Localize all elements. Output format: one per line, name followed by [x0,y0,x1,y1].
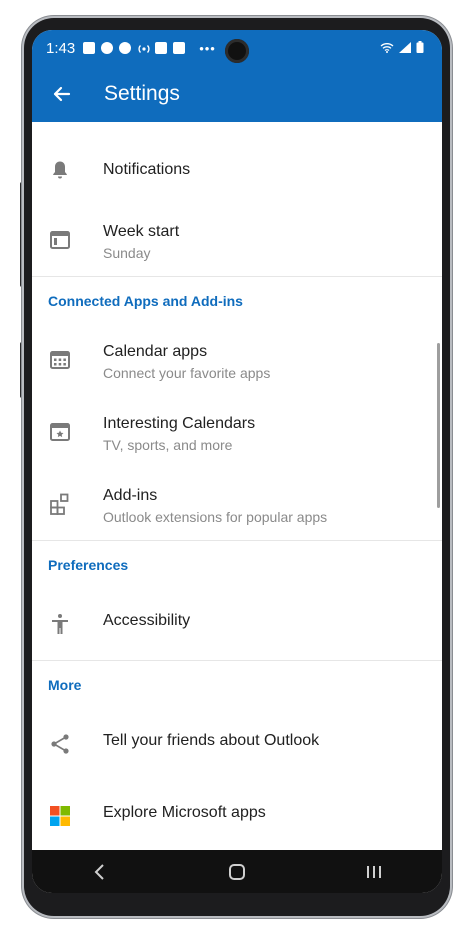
calendar-week-icon [50,231,70,249]
settings-item-accessibility[interactable]: Accessibility [32,588,442,660]
status-time: 1:43 [46,39,76,57]
item-subtitle: Outlook extensions for popular apps [103,509,328,525]
front-camera [225,39,249,63]
item-title: Interesting Calendars [103,415,256,432]
item-title: Accessibility [103,612,191,629]
facebook-icon [101,42,114,54]
phone-screen: 1:43 ••• Settings Notifications Week sta… [32,30,442,893]
status-bar: 1:43 ••• [32,30,442,66]
section-divider [32,660,442,661]
outlook-icon [173,42,186,54]
scrollbar[interactable] [437,343,440,508]
chevron-left-icon [94,863,105,880]
broadcast-icon [137,42,150,54]
page-title: Settings [104,82,180,105]
item-title: Week start [103,223,180,240]
section-divider [32,540,442,541]
nav-back-button[interactable] [70,850,130,893]
item-subtitle: TV, sports, and more [103,437,233,453]
share-icon [51,734,69,754]
chat-icon [155,42,168,54]
settings-item-calendar-apps[interactable]: Calendar apps Connect your favorite apps [32,324,442,396]
status-right-icons [380,41,424,53]
add-ins-icon [50,493,69,515]
settings-item-week-start[interactable]: Week start Sunday [32,204,442,276]
accessibility-icon [52,614,68,634]
system-nav-bar [32,850,442,893]
item-subtitle: Connect your favorite apps [103,365,271,381]
notification-icons: ••• [83,41,216,56]
section-header-connected-apps: Connected Apps and Add-ins [48,293,243,309]
nav-recents-button[interactable] [344,850,404,893]
section-header-more: More [48,677,82,693]
section-divider [32,276,442,277]
item-title: Add-ins [103,487,158,504]
arrow-left-icon [53,86,71,102]
microsoft-logo-icon [50,806,70,826]
settings-item-explore-apps[interactable]: Explore Microsoft apps [32,780,442,852]
settings-item-add-ins[interactable]: Add-ins Outlook extensions for popular a… [32,468,442,540]
nav-home-button[interactable] [207,850,267,893]
item-title: Tell your friends about Outlook [103,732,320,749]
bell-icon [53,161,67,179]
item-title: Notifications [103,161,191,178]
back-button[interactable] [34,66,90,122]
facebook-icon [119,42,132,54]
signal-icon [399,41,411,53]
calendar-star-icon [50,423,70,441]
message-icon [83,42,96,54]
calendar-grid-icon [50,351,70,369]
section-header-preferences: Preferences [48,557,129,573]
item-title: Explore Microsoft apps [103,804,266,821]
wifi-icon [380,42,394,53]
app-bar: Settings [32,66,442,122]
settings-item-interesting-calendars[interactable]: Interesting Calendars TV, sports, and mo… [32,396,442,468]
recents-icon [366,865,381,878]
more-notifications-icon: ••• [199,40,216,56]
item-title: Calendar apps [103,343,208,360]
item-subtitle: Sunday [103,245,151,261]
battery-icon [416,41,424,53]
home-icon [228,863,245,880]
settings-item-notifications[interactable]: Notifications [32,140,442,204]
settings-item-tell-friends[interactable]: Tell your friends about Outlook [32,708,442,780]
